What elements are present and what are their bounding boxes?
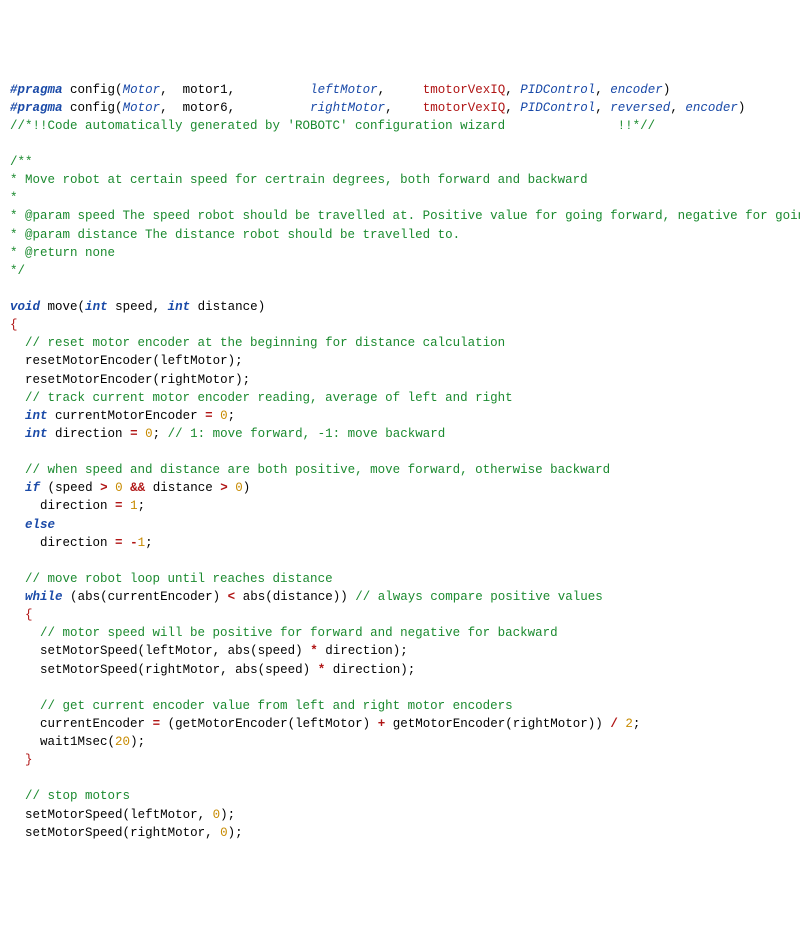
num-two: 2	[625, 717, 633, 731]
num-zero: 0	[115, 481, 123, 495]
fn-set-speed: setMotorSpeed	[25, 808, 123, 822]
brace-open: {	[10, 318, 18, 332]
fn-set-speed: setMotorSpeed	[40, 663, 138, 677]
param-motor: Motor	[123, 101, 161, 115]
var-direction: direction	[40, 536, 108, 550]
num-neg-one: 1	[138, 536, 146, 550]
arg-right: rightMotor	[130, 826, 205, 840]
arg-right: rightMotor	[145, 663, 220, 677]
fn-name: move	[48, 300, 78, 314]
var-speed: speed	[265, 663, 303, 677]
fn-resetenc: resetMotorEncoder	[25, 354, 153, 368]
param-distance: distance	[198, 300, 258, 314]
comment-dir: // 1: move forward, -1: move backward	[168, 427, 446, 441]
var-cur-enc: currentEncoder	[40, 717, 145, 731]
pragma-keyword: #pragma	[10, 101, 63, 115]
code-block: #pragma config(Motor, motor1, leftMotor,…	[10, 81, 790, 842]
num-zero: 0	[235, 481, 243, 495]
var-speed: speed	[55, 481, 93, 495]
fn-abs: abs	[228, 644, 251, 658]
param-name: leftMotor	[310, 83, 378, 97]
fn-abs: abs	[235, 663, 258, 677]
param-motor: Motor	[123, 83, 161, 97]
comment-loop: // move robot loop until reaches distanc…	[25, 572, 333, 586]
var-direction: direction	[40, 499, 108, 513]
var-cur-enc: currentEncoder	[108, 590, 213, 604]
param-type: tmotorVexIQ	[423, 101, 506, 115]
line-pragma-1: #pragma config(Motor, motor1, leftMotor,…	[10, 83, 670, 97]
doc-line: * Move robot at certain speed for certra…	[10, 173, 588, 187]
kw-else: else	[25, 518, 55, 532]
var-direction: direction	[333, 663, 401, 677]
doc-line: *	[10, 191, 18, 205]
var-distance: distance	[273, 590, 333, 604]
num-zero: 0	[220, 409, 228, 423]
fn-wait: wait1Msec	[40, 735, 108, 749]
param-name: rightMotor	[310, 101, 385, 115]
kw-int: int	[85, 300, 108, 314]
brace-close: }	[25, 753, 33, 767]
doc-start: /**	[10, 155, 33, 169]
num-zero: 0	[213, 808, 221, 822]
comment-reset: // reset motor encoder at the beginning …	[25, 336, 505, 350]
doc-line: * @param distance The distance robot sho…	[10, 228, 460, 242]
comment-track: // track current motor encoder reading, …	[25, 391, 513, 405]
arg-left: leftMotor	[295, 717, 363, 731]
param-port: motor1	[183, 83, 228, 97]
fn-set-speed: setMotorSpeed	[40, 644, 138, 658]
fn-get-enc: getMotorEncoder	[175, 717, 288, 731]
arg-right: rightMotor	[513, 717, 588, 731]
var-speed: speed	[258, 644, 296, 658]
comment-mspd: // motor speed will be positive for forw…	[40, 626, 558, 640]
param-type: tmotorVexIQ	[423, 83, 506, 97]
doc-end: */	[10, 264, 25, 278]
param-encoder: encoder	[610, 83, 663, 97]
num-zero: 0	[145, 427, 153, 441]
config-word: config	[70, 101, 115, 115]
fn-resetenc: resetMotorEncoder	[25, 373, 153, 387]
num-zero: 0	[220, 826, 228, 840]
doc-line: * @return none	[10, 246, 115, 260]
kw-void: void	[10, 300, 40, 314]
comment-getenc: // get current encoder value from left a…	[40, 699, 513, 713]
param-reversed: reversed	[610, 101, 670, 115]
var-direction: direction	[55, 427, 123, 441]
kw-int: int	[25, 409, 48, 423]
var-cur-enc: currentMotorEncoder	[55, 409, 198, 423]
num-twenty: 20	[115, 735, 130, 749]
pragma-keyword: #pragma	[10, 83, 63, 97]
param-pid: PIDControl	[520, 83, 595, 97]
arg-left: leftMotor	[160, 354, 228, 368]
fn-set-speed: setMotorSpeed	[25, 826, 123, 840]
param-speed: speed	[115, 300, 153, 314]
kw-int: int	[168, 300, 191, 314]
kw-while: while	[25, 590, 63, 604]
comment-always: // always compare positive values	[355, 590, 603, 604]
comment-wizard: //*!!Code automatically generated by 'RO…	[10, 119, 655, 133]
var-distance: distance	[153, 481, 213, 495]
param-encoder: encoder	[685, 101, 738, 115]
fn-abs: abs	[78, 590, 101, 604]
doc-line: * @param speed The speed robot should be…	[10, 209, 800, 223]
param-pid: PIDControl	[520, 101, 595, 115]
arg-left: leftMotor	[145, 644, 213, 658]
brace-open: {	[25, 608, 33, 622]
config-word: config	[70, 83, 115, 97]
var-direction: direction	[325, 644, 393, 658]
fn-abs: abs	[243, 590, 266, 604]
param-port: motor6	[183, 101, 228, 115]
kw-int: int	[25, 427, 48, 441]
kw-if: if	[25, 481, 40, 495]
comment-when: // when speed and distance are both posi…	[25, 463, 610, 477]
comment-stop: // stop motors	[25, 789, 130, 803]
line-pragma-2: #pragma config(Motor, motor6, rightMotor…	[10, 101, 745, 115]
num-one: 1	[130, 499, 138, 513]
arg-left: leftMotor	[130, 808, 198, 822]
fn-get-enc: getMotorEncoder	[393, 717, 506, 731]
arg-right: rightMotor	[160, 373, 235, 387]
